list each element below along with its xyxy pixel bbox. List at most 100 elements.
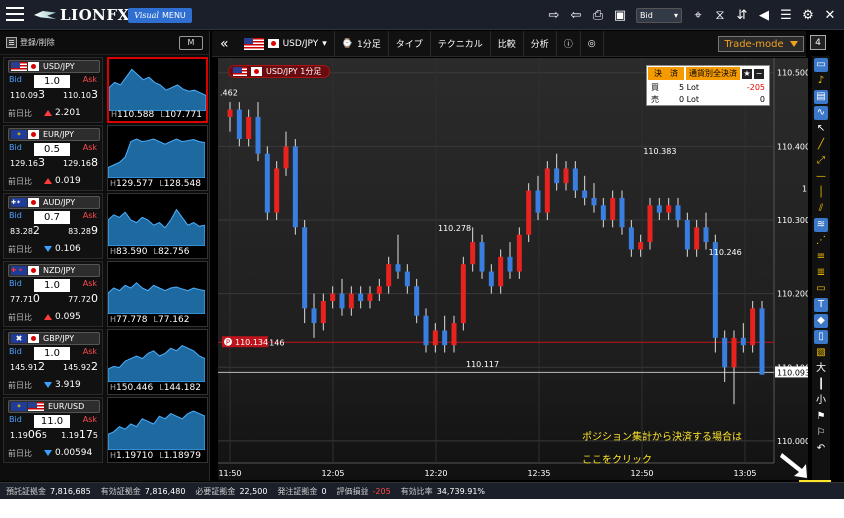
rate-box[interactable]: ✚ ✶ NZD/JPY Bid 1.0 Ask 77.710 77.720 前日…	[3, 261, 103, 327]
message-icon[interactable]: ▤	[814, 90, 828, 104]
info-icon[interactable]: ⓘ	[557, 30, 581, 57]
mini-chart[interactable]: H129.577 L128.548	[107, 125, 208, 191]
bid-price-button[interactable]: 77.710	[10, 292, 40, 305]
vline-icon[interactable]: │	[814, 186, 828, 200]
alert-icon[interactable]: ◀	[756, 7, 772, 23]
mini-area-chart	[108, 138, 205, 178]
jp-flag-icon	[251, 67, 262, 76]
sort-icon[interactable]: ⇵	[734, 7, 750, 23]
mini-chart[interactable]: H83.590 L82.756	[107, 193, 208, 259]
ray-icon[interactable]: ⤢	[814, 154, 828, 168]
mini-chart[interactable]: H150.446 L144.182	[107, 329, 208, 395]
analysis-button[interactable]: 分析	[524, 30, 557, 57]
bid-price-button[interactable]: 83.282	[10, 224, 40, 237]
close-icon[interactable]: ✕	[822, 7, 838, 23]
rate-box[interactable]: ✶ EUR/JPY Bid 0.5 Ask 129.163 129.168 前日…	[3, 125, 103, 191]
rate-box[interactable]: ✚✶ AUD/JPY Bid 0.7 Ask 83.282 83.289 前日比…	[3, 193, 103, 259]
ask-price-button[interactable]: 145.922	[63, 360, 98, 373]
rate-row[interactable]: ✚ ✶ NZD/JPY Bid 1.0 Ask 77.710 77.720 前日…	[3, 261, 208, 327]
register-button[interactable]: 登録/削除	[6, 37, 55, 48]
mini-area-series	[108, 345, 205, 382]
rate-box[interactable]: USD/JPY Bid 1.0 Ask 110.093 110.103 前日比 …	[3, 57, 103, 123]
ask-price-button[interactable]: 110.103	[63, 88, 98, 101]
mini-chart[interactable]: H1.19710 L1.18979	[107, 397, 208, 463]
minimize-icon[interactable]: −	[754, 68, 764, 79]
rate-row[interactable]: ✶ EUR/USD Bid 11.0 Ask 1.19065 1.19175 前…	[3, 397, 208, 463]
price-chart[interactable]: 110.500110.400110.300110.200110.100110.0…	[218, 58, 808, 480]
settle-all-button[interactable]: 通貨別全決済	[686, 67, 740, 80]
rate-row[interactable]: ✚✶ AUD/JPY Bid 0.7 Ask 83.282 83.289 前日比…	[3, 193, 208, 259]
mode-button[interactable]: M	[179, 35, 203, 50]
bid-price-button[interactable]: 145.912	[10, 360, 45, 373]
ask-price-button[interactable]: 1.19175	[61, 428, 98, 441]
lot-input[interactable]: 0.5	[34, 143, 70, 156]
bell-icon[interactable]: ♪	[814, 74, 828, 88]
lot-input[interactable]: 1.0	[34, 75, 70, 88]
bid-price-button[interactable]: 1.19065	[10, 428, 47, 441]
chart-window-icon[interactable]: ▭	[814, 58, 828, 72]
bid-price-button[interactable]: 129.163	[10, 156, 45, 169]
wave-icon[interactable]: ∿	[814, 106, 828, 120]
gear-icon[interactable]: ⚙	[800, 7, 816, 23]
eraser-icon[interactable]: ▯	[814, 330, 828, 344]
mini-chart[interactable]: H110.588 L107.771	[107, 57, 208, 123]
position-price-tag[interactable]: P 110.134	[222, 336, 268, 348]
settle-button[interactable]: 決 済	[648, 67, 684, 80]
cursor-icon[interactable]: ↖	[814, 122, 828, 136]
candle-body	[348, 293, 354, 309]
collapse-panel-icon[interactable]: «	[212, 36, 237, 52]
lot-input[interactable]: 0.7	[34, 211, 70, 224]
trendline-icon[interactable]: ╱	[814, 138, 828, 152]
rectangle-icon[interactable]: ▭	[814, 282, 828, 296]
trade-mode-select[interactable]: Trade-mode	[718, 36, 804, 52]
target-icon[interactable]: ◎	[581, 30, 604, 57]
rate-row[interactable]: USD/JPY Bid 1.0 Ask 110.093 110.103 前日比 …	[3, 57, 208, 123]
crosshair-icon[interactable]: ⌖	[690, 7, 706, 23]
candle-body	[255, 116, 261, 154]
ask-price-button[interactable]: 77.720	[68, 292, 98, 305]
visual-menu-button[interactable]: Visual MENU	[128, 8, 192, 23]
timeframe-button[interactable]: ⌚ 1分足	[335, 30, 389, 57]
ask-price-button[interactable]: 83.289	[68, 224, 98, 237]
ask-label: Ask	[82, 415, 97, 424]
flag-outline-icon[interactable]: ⚐	[814, 426, 828, 440]
undo-icon[interactable]: ↶	[814, 442, 828, 456]
bid-price-button[interactable]: 110.093	[10, 88, 45, 101]
lot-input[interactable]: 1.0	[34, 347, 70, 360]
layout-icon[interactable]: ☰	[778, 7, 794, 23]
price-type-select[interactable]: Bid ▾	[636, 7, 682, 23]
rate-box[interactable]: ✶ EUR/USD Bid 11.0 Ask 1.19065 1.19175 前…	[3, 397, 103, 463]
lot-input[interactable]: 1.0	[34, 279, 70, 292]
rate-box[interactable]: ✖ GBP/JPY Bid 1.0 Ask 145.912 145.922 前日…	[3, 329, 103, 395]
fibonacci-icon[interactable]: ≋	[814, 218, 828, 232]
ask-price-button[interactable]: 129.168	[63, 156, 98, 169]
text-icon[interactable]: T	[814, 298, 828, 312]
zoom-slider[interactable]: ┃	[814, 378, 828, 392]
grid-icon[interactable]: ≣	[814, 266, 828, 280]
import-icon[interactable]: ⇦	[568, 7, 584, 23]
export-icon[interactable]: ⇨	[546, 7, 562, 23]
shape-icon[interactable]: ◆	[814, 314, 828, 328]
visual-menu-italic: Visual	[134, 11, 159, 20]
lot-input[interactable]: 11.0	[34, 415, 70, 428]
sync-icon[interactable]: ⧖	[712, 7, 728, 23]
technical-button[interactable]: テクニカル	[431, 30, 491, 57]
type-button[interactable]: タイプ	[389, 30, 431, 57]
compare-button[interactable]: 比較	[491, 30, 524, 57]
print-icon[interactable]: ⎙	[590, 7, 606, 23]
hamburger-menu-icon[interactable]	[6, 7, 24, 21]
fan-icon[interactable]: ⋰	[814, 234, 828, 248]
mini-chart[interactable]: H77.778 L77.162	[107, 261, 208, 327]
rate-row[interactable]: ✶ EUR/JPY Bid 0.5 Ask 129.163 129.168 前日…	[3, 125, 208, 191]
chart-count-badge[interactable]: 4	[810, 35, 826, 50]
hline-icon[interactable]: —	[814, 170, 828, 184]
rate-row[interactable]: ✖ GBP/JPY Bid 1.0 Ask 145.912 145.922 前日…	[3, 329, 208, 395]
star-icon[interactable]: ★	[742, 68, 752, 79]
save-icon[interactable]: ▣	[612, 7, 628, 23]
flag-icon[interactable]: ⚑	[814, 410, 828, 424]
symbol-select[interactable]: USD/JPY ▾	[237, 30, 335, 57]
chevron-down-icon	[789, 41, 798, 47]
channel-icon[interactable]: ⫽	[814, 202, 828, 216]
gradient-icon[interactable]: ▧	[814, 346, 828, 360]
arc-icon[interactable]: ≡	[814, 250, 828, 264]
